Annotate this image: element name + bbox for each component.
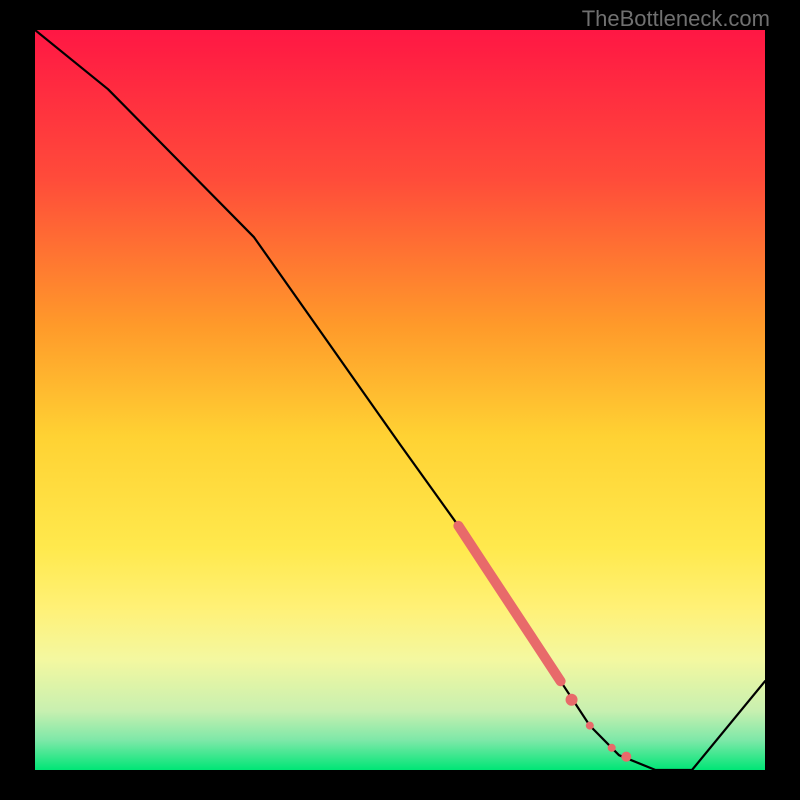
highlight-dots-point [566, 694, 578, 706]
gradient-background [35, 30, 765, 770]
chart-svg [35, 30, 765, 770]
highlight-dots-point [608, 744, 616, 752]
chart-container: TheBottleneck.com [0, 0, 800, 800]
watermark-text: TheBottleneck.com [582, 6, 770, 32]
highlight-dots-point [621, 752, 631, 762]
plot-area [35, 30, 765, 770]
highlight-dots-point [586, 722, 594, 730]
